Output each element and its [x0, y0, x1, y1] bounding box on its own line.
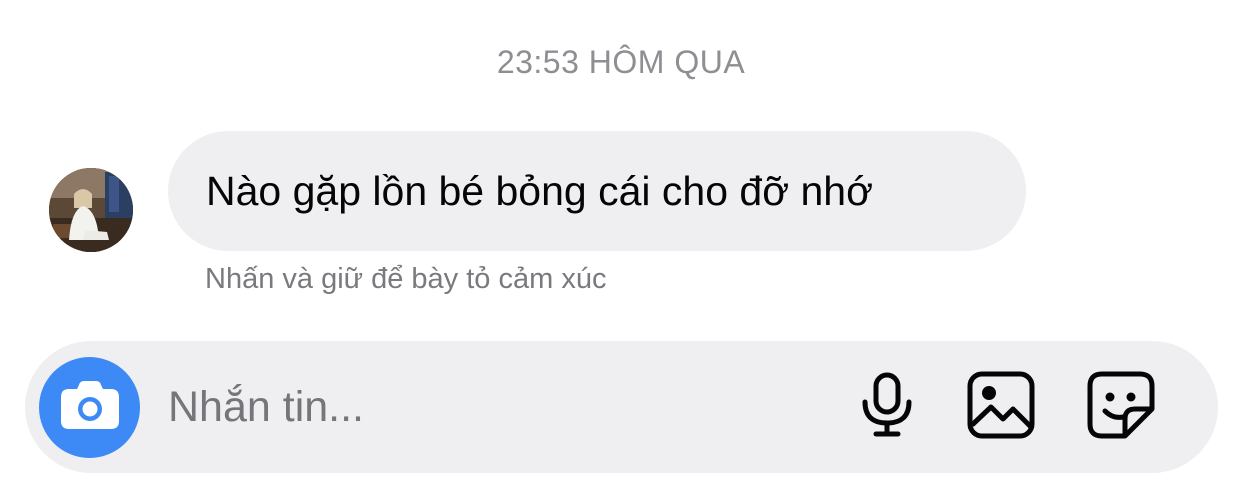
avatar[interactable] — [49, 168, 133, 252]
message-bubble[interactable]: Nào gặp lồn bé bỏng cái cho đỡ nhớ — [168, 131, 1026, 251]
microphone-button[interactable] — [851, 371, 923, 443]
chat-screen: 23:53 HÔM QUA Nào gặp lồn bé bỏng cái ch… — [0, 0, 1242, 497]
sticker-button[interactable] — [1085, 371, 1157, 443]
message-timestamp: 23:53 HÔM QUA — [496, 44, 746, 80]
microphone-icon — [859, 372, 915, 443]
sticker-icon — [1087, 371, 1155, 444]
message-text: Nào gặp lồn bé bỏng cái cho đỡ nhớ — [206, 167, 873, 214]
avatar-photo — [49, 168, 133, 252]
message-composer — [25, 341, 1218, 473]
image-icon — [967, 371, 1035, 444]
message-input[interactable] — [168, 377, 808, 437]
camera-button[interactable] — [39, 357, 140, 458]
reaction-hint: Nhấn và giữ để bày tỏ cảm xúc — [205, 263, 607, 295]
camera-icon — [60, 381, 119, 434]
gallery-button[interactable] — [965, 371, 1037, 443]
